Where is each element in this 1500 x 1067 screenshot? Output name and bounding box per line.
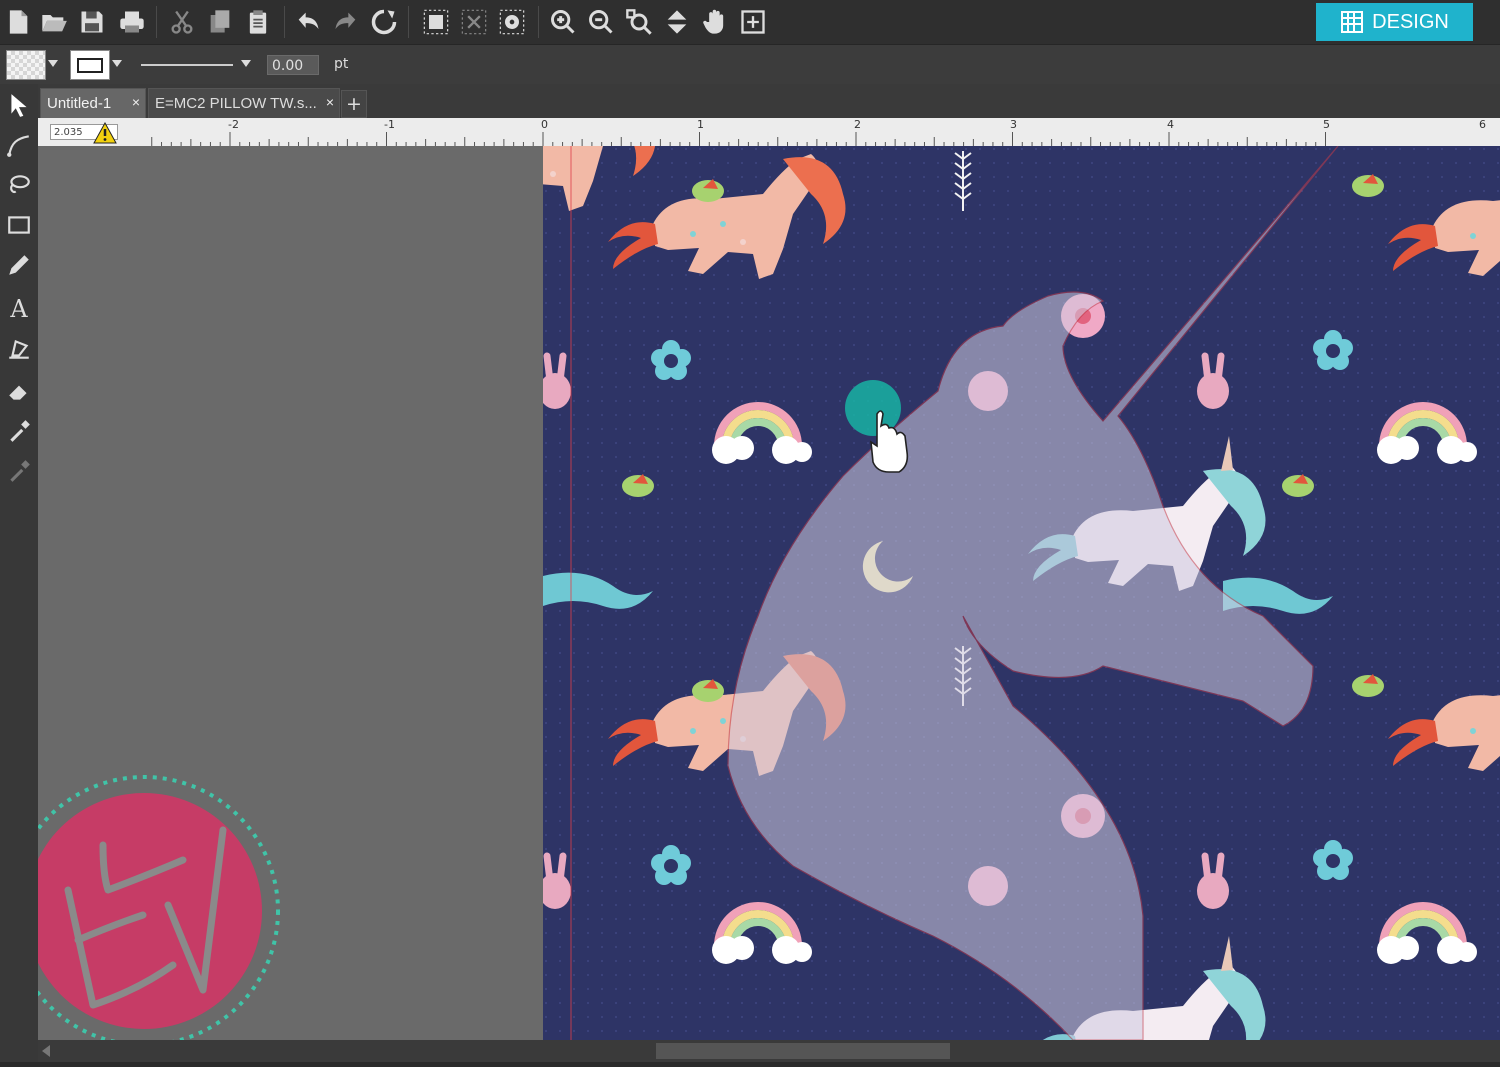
line-style-toolbar: 0.00 pt [0, 44, 1500, 85]
tab-label: E=MC2 PILLOW TW.s... [155, 95, 317, 112]
line-dropdown-arrow-icon[interactable] [112, 60, 122, 67]
ruler-ticks [151, 132, 1326, 146]
text-icon[interactable]: A [3, 290, 35, 324]
tab-label: Untitled-1 [47, 95, 112, 112]
design-button[interactable]: DESIGN [1316, 3, 1473, 41]
tools-panel: A [0, 84, 38, 1067]
ruler-label: 3 [1010, 118, 1017, 131]
bezier-curve-icon[interactable] [3, 128, 35, 162]
scrollbar-thumb[interactable] [656, 1043, 950, 1059]
tab-close-icon[interactable]: × [132, 94, 140, 110]
open-folder-icon[interactable] [38, 5, 70, 39]
add-page-icon[interactable] [737, 5, 769, 39]
select-arrow-icon[interactable] [3, 88, 35, 122]
horizontal-ruler: 2.035 -2 -1 0 1 2 3 4 5 6 [38, 118, 1500, 147]
tab-untitled-1[interactable]: Untitled-1 × [40, 88, 146, 118]
unicorn-fabric-pattern [543, 146, 1500, 1040]
ruler-label: 2 [854, 118, 861, 131]
rectangle-icon[interactable] [3, 208, 35, 242]
fabric-image [543, 146, 1500, 1040]
save-icon[interactable] [76, 5, 108, 39]
color-picker-icon[interactable] [3, 454, 35, 488]
knife-icon[interactable] [3, 332, 35, 366]
warning-icon [93, 122, 117, 144]
ruler-label: 5 [1323, 118, 1330, 131]
tab-close-icon[interactable]: × [326, 94, 334, 110]
undo-icon[interactable] [292, 5, 324, 39]
line-width-unit: pt [334, 56, 349, 72]
pan-hand-icon[interactable] [699, 5, 731, 39]
tab-pillow[interactable]: E=MC2 PILLOW TW.s... × [148, 88, 340, 118]
lasso-icon[interactable] [3, 168, 35, 202]
zoom-in-icon[interactable] [547, 5, 579, 39]
ruler-label: 0 [541, 118, 548, 131]
line-width-input[interactable]: 0.00 [267, 55, 319, 75]
group-icon[interactable] [420, 5, 452, 39]
document-tab-bar: Untitled-1 × E=MC2 PILLOW TW.s... × + [38, 84, 1500, 118]
fill-dropdown-arrow-icon[interactable] [48, 60, 58, 67]
new-tab-button[interactable]: + [341, 90, 367, 118]
zoom-out-icon[interactable] [585, 5, 617, 39]
new-document-icon[interactable] [2, 5, 34, 39]
pencil-icon[interactable] [3, 248, 35, 282]
svg-text:A: A [9, 295, 28, 320]
line-style-select[interactable] [133, 54, 255, 74]
line-style-arrow-icon[interactable] [241, 60, 251, 67]
zoom-fit-icon[interactable] [623, 5, 655, 39]
ungroup-icon[interactable] [458, 5, 490, 39]
ruler-label: -1 [384, 118, 395, 131]
eraser-icon[interactable] [3, 374, 35, 408]
eyedropper-icon[interactable] [3, 414, 35, 448]
ruler-label: 1 [697, 118, 704, 131]
print-icon[interactable] [116, 5, 148, 39]
redo-icon[interactable] [330, 5, 362, 39]
status-strip [0, 1062, 1500, 1067]
watermark-logo [38, 775, 280, 1040]
cut-icon[interactable] [166, 5, 198, 39]
main-toolbar: DESIGN [0, 0, 1500, 44]
design-label: DESIGN [1372, 10, 1449, 33]
design-canvas[interactable] [38, 146, 1500, 1040]
paste-icon[interactable] [242, 5, 274, 39]
ruler-label: 6 [1479, 118, 1486, 131]
ruler-label: -2 [228, 118, 239, 131]
scroll-left-icon[interactable] [42, 1045, 50, 1057]
horizontal-scrollbar[interactable] [38, 1040, 1500, 1062]
fill-color-swatch[interactable] [6, 50, 46, 80]
grid-icon [1341, 11, 1364, 33]
ruler-label: 4 [1167, 118, 1174, 131]
move-down-icon[interactable] [661, 5, 693, 39]
compound-path-icon[interactable] [496, 5, 528, 39]
refresh-icon[interactable] [368, 5, 400, 39]
copy-icon[interactable] [204, 5, 236, 39]
line-color-swatch[interactable] [70, 50, 110, 80]
